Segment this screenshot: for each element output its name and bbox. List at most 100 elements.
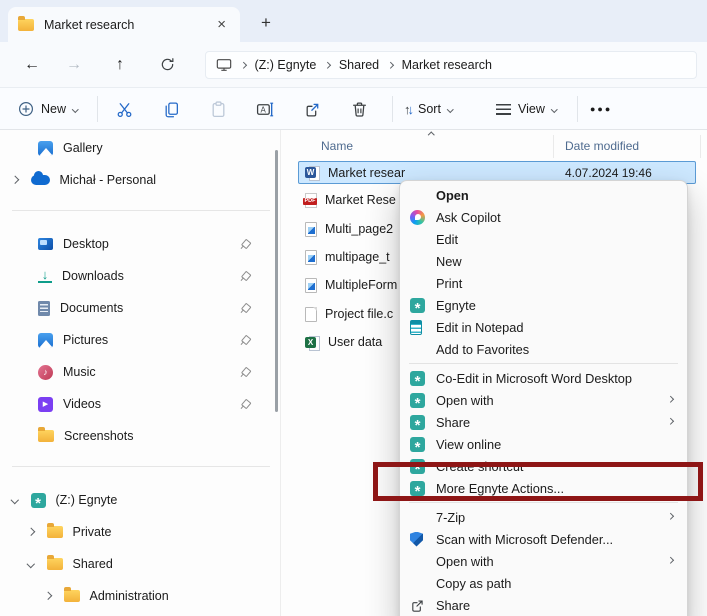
chevron-right-icon	[324, 61, 331, 69]
breadcrumb-shared[interactable]: Shared	[339, 58, 379, 72]
file-date-modified: 4.07.2024 19:46	[565, 166, 652, 180]
file-row-user-data[interactable]: User data	[305, 331, 382, 353]
breadcrumb-market-research[interactable]: Market research	[402, 58, 492, 72]
sidebar-item-egnyte-drive[interactable]: * (Z:) Egnyte	[0, 484, 270, 516]
egnyte-icon: *	[410, 297, 425, 313]
menu-item-print[interactable]: Print	[400, 272, 687, 294]
menu-item-view-online[interactable]: * View online	[400, 433, 687, 455]
chevron-down-icon[interactable]	[10, 496, 19, 504]
menu-item-new[interactable]: New	[400, 250, 687, 272]
chevron-right-icon[interactable]	[43, 592, 52, 600]
address-bar[interactable]: (Z:) Egnyte Shared Market research	[205, 51, 697, 79]
egnyte-drive-icon: *	[30, 492, 46, 508]
paste-button[interactable]	[202, 93, 234, 125]
folder-icon	[46, 555, 63, 570]
videos-icon: ▶	[38, 396, 53, 412]
close-tab-icon[interactable]: ×	[213, 16, 230, 33]
menu-item-egnyte-open-with[interactable]: * Open with	[400, 389, 687, 411]
sidebar-item-downloads[interactable]: ↓ Downloads	[0, 260, 270, 292]
breadcrumb-drive[interactable]: (Z:) Egnyte	[255, 58, 317, 72]
sidebar-item-label: Pictures	[63, 333, 109, 347]
share-icon	[306, 103, 318, 117]
menu-item-share[interactable]: Share	[400, 594, 687, 616]
sidebar-item-label: Downloads	[62, 269, 124, 283]
menu-item-add-to-favorites[interactable]: Add to Favorites	[400, 338, 687, 360]
sidebar-item-music[interactable]: ♪ Music	[0, 356, 270, 388]
chevron-down-icon	[550, 105, 558, 113]
sidebar-item-screenshots[interactable]: Screenshots	[0, 420, 270, 452]
menu-item-coedit-word-desktop[interactable]: * Co-Edit in Microsoft Word Desktop	[400, 367, 687, 389]
share-icon	[412, 599, 423, 612]
tab-market-research[interactable]: Market research ×	[8, 7, 240, 42]
sidebar-item-administration[interactable]: Administration	[0, 580, 270, 612]
file-row-pdf[interactable]: Market Rese	[303, 189, 396, 211]
menu-item-edit[interactable]: Edit	[400, 228, 687, 250]
forward-button[interactable]: →	[59, 52, 89, 78]
rename-icon: A	[256, 102, 274, 116]
new-tab-button[interactable]: +	[252, 10, 280, 36]
pin-icon	[237, 236, 252, 251]
sidebar-item-gallery[interactable]: Gallery	[0, 132, 270, 164]
file-row[interactable]: Multi_page2	[305, 218, 393, 240]
column-headers: Name Date modified	[281, 131, 707, 161]
menu-item-open-with[interactable]: Open with	[400, 550, 687, 572]
column-date-modified[interactable]: Date modified	[565, 139, 639, 153]
sidebar-item-documents[interactable]: Documents	[0, 292, 270, 324]
sidebar-item-shared[interactable]: Shared	[0, 548, 270, 580]
menu-item-scan-with-defender[interactable]: Scan with Microsoft Defender...	[400, 528, 687, 550]
sidebar-item-private[interactable]: Private	[0, 516, 270, 548]
document-file-icon	[305, 249, 317, 265]
sidebar-divider	[12, 210, 270, 211]
file-row[interactable]: Project file.c	[305, 303, 393, 325]
delete-button[interactable]	[343, 93, 375, 125]
column-name[interactable]: Name	[321, 139, 353, 153]
sidebar-item-pictures[interactable]: Pictures	[0, 324, 270, 356]
column-separator[interactable]	[553, 135, 554, 158]
menu-item-egnyte-share[interactable]: * Share	[400, 411, 687, 433]
notepad-icon	[410, 319, 422, 335]
chevron-right-icon[interactable]	[10, 176, 19, 184]
column-separator[interactable]	[700, 135, 701, 158]
menu-item-copy-as-path[interactable]: Copy as path	[400, 572, 687, 594]
egnyte-icon: *	[410, 414, 425, 430]
sidebar-item-label: Administration	[89, 589, 169, 603]
sidebar-item-onedrive-personal[interactable]: Michał - Personal	[0, 164, 270, 196]
sort-button[interactable]: ↑↓ Sort	[398, 92, 458, 126]
pin-icon	[237, 268, 252, 283]
file-row-market-research-doc[interactable]: Market resear	[305, 161, 405, 184]
menu-divider	[409, 363, 678, 364]
rename-button[interactable]: A	[249, 93, 281, 125]
chevron-right-icon	[387, 61, 394, 69]
new-button-label: New	[41, 102, 67, 116]
sidebar-item-desktop[interactable]: Desktop	[0, 228, 270, 260]
menu-item-egnyte[interactable]: * Egnyte	[400, 294, 687, 316]
chevron-right-icon[interactable]	[26, 528, 35, 536]
onedrive-cloud-icon	[30, 171, 50, 185]
share-button[interactable]	[296, 93, 328, 125]
file-row[interactable]: MultipleForm	[305, 274, 397, 296]
toolbar-separator	[577, 96, 578, 122]
see-more-button[interactable]: ●●●	[584, 92, 618, 126]
this-pc-icon	[216, 59, 232, 71]
menu-item-7zip[interactable]: 7-Zip	[400, 506, 687, 528]
context-menu: Open Ask Copilot Edit New Print * Egnyte…	[399, 180, 688, 616]
cut-button[interactable]	[108, 93, 140, 125]
sidebar-scrollbar[interactable]	[275, 150, 278, 412]
sort-ascending-icon	[428, 132, 435, 139]
menu-item-edit-in-notepad[interactable]: Edit in Notepad	[400, 316, 687, 338]
up-button[interactable]: ↑	[105, 52, 135, 78]
back-button[interactable]: ←	[17, 52, 47, 78]
navigation-pane: Gallery Michał - Personal Desktop ↓ Down…	[0, 130, 280, 616]
downloads-icon: ↓	[38, 268, 52, 283]
menu-item-open[interactable]: Open	[400, 184, 687, 206]
chevron-down-icon[interactable]	[26, 560, 35, 568]
refresh-button[interactable]	[152, 52, 182, 78]
cut-icon	[117, 102, 131, 117]
copy-button[interactable]	[155, 93, 187, 125]
sidebar-item-videos[interactable]: ▶ Videos	[0, 388, 270, 420]
menu-item-ask-copilot[interactable]: Ask Copilot	[400, 206, 687, 228]
file-row[interactable]: multipage_t	[305, 246, 390, 268]
view-button[interactable]: View	[490, 92, 562, 126]
new-button[interactable]: New	[12, 92, 84, 126]
view-button-label: View	[518, 102, 545, 116]
